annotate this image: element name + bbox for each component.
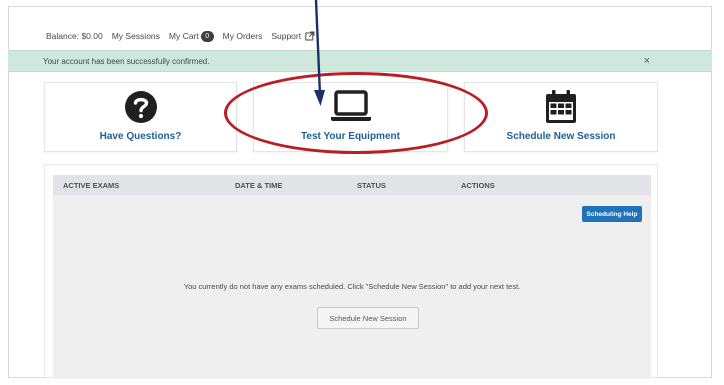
alert-message: Your account has been successfully confi… [43, 56, 210, 66]
success-alert: Your account has been successfully confi… [8, 50, 712, 72]
column-header-actions: ACTIONS [461, 181, 495, 190]
cart-count-badge: 0 [200, 30, 214, 42]
have-questions-label: Have Questions? [99, 131, 182, 142]
active-exams-panel: ACTIVE EXAMS DATE & TIME STATUS ACTIONS … [44, 164, 658, 379]
calendar-icon [546, 90, 576, 123]
column-header-date-time: DATE & TIME [235, 181, 283, 190]
laptop-icon [330, 90, 371, 121]
nav-support-label: Support [271, 31, 302, 41]
question-circle-icon [124, 91, 157, 123]
schedule-new-session-card[interactable]: Schedule New Session [464, 82, 658, 152]
empty-state-message: You currently do not have any exams sche… [183, 282, 521, 291]
column-header-status: STATUS [357, 181, 386, 190]
nav-my-cart[interactable]: My Cart 0 [168, 30, 214, 42]
external-link-icon [305, 31, 315, 41]
nav-my-sessions[interactable]: My Sessions [112, 31, 160, 41]
exams-table-body: Scheduling Help You currently do not hav… [53, 195, 651, 379]
exams-table-header: ACTIVE EXAMS DATE & TIME STATUS ACTIONS [53, 175, 651, 195]
nav-support[interactable]: Support [271, 31, 315, 41]
test-equipment-card[interactable]: Test Your Equipment [253, 82, 448, 152]
test-equipment-label: Test Your Equipment [301, 131, 400, 142]
nav-my-orders[interactable]: My Orders [223, 31, 263, 41]
scheduling-help-button[interactable]: Scheduling Help [582, 206, 642, 222]
close-icon[interactable]: × [644, 56, 650, 67]
column-header-active-exams: ACTIVE EXAMS [63, 181, 120, 190]
schedule-new-session-label: Schedule New Session [506, 131, 616, 142]
top-nav: Balance: $0.00 My Sessions My Cart 0 My … [46, 28, 324, 44]
schedule-new-session-button[interactable]: Schedule New Session [317, 307, 419, 329]
nav-my-cart-label: My Cart [168, 31, 199, 41]
balance-text: Balance: $0.00 [46, 31, 103, 41]
have-questions-card[interactable]: Have Questions? [44, 82, 237, 152]
